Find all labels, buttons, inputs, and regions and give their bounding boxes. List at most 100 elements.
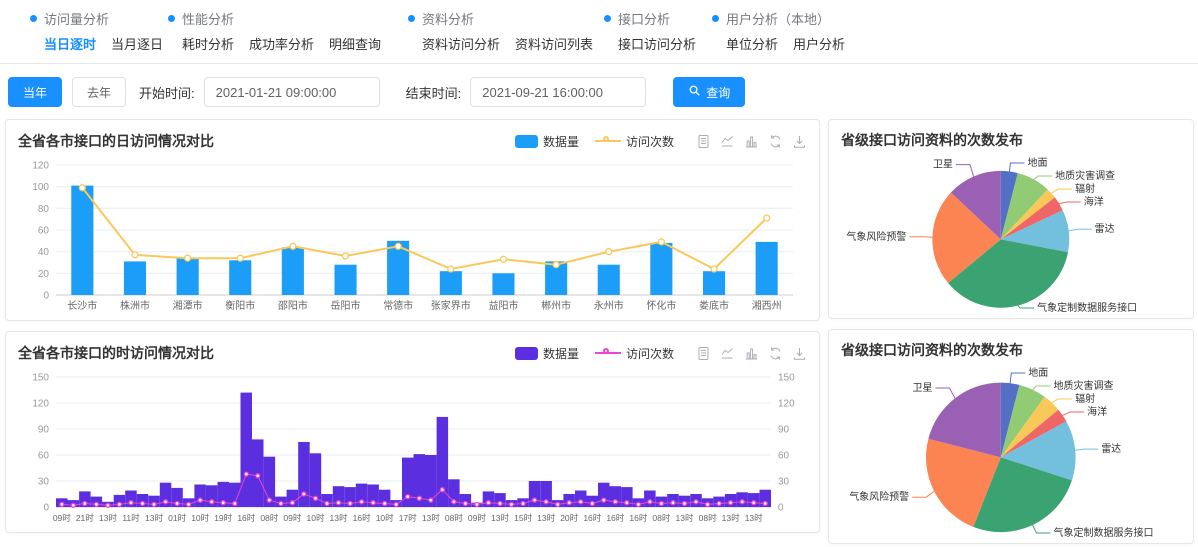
bar-swatch-icon bbox=[515, 347, 538, 360]
svg-text:150: 150 bbox=[32, 373, 49, 384]
svg-text:13时: 13时 bbox=[745, 513, 763, 523]
line-switch-icon[interactable] bbox=[720, 346, 735, 361]
chart-title: 省级接口访问资料的次数发布 bbox=[841, 130, 1181, 150]
download-icon[interactable] bbox=[792, 346, 807, 361]
svg-text:11时: 11时 bbox=[122, 513, 140, 523]
search-button[interactable]: 查询 bbox=[673, 77, 745, 107]
svg-text:常德市: 常德市 bbox=[383, 299, 413, 312]
this-year-button[interactable]: 当年 bbox=[8, 77, 62, 107]
bar-swatch-icon bbox=[515, 135, 538, 148]
chart-toolbox bbox=[696, 346, 807, 361]
download-icon[interactable] bbox=[792, 134, 807, 149]
nav-item-today-hourly[interactable]: 当日逐时 bbox=[44, 34, 96, 53]
start-time-input[interactable] bbox=[204, 77, 380, 107]
svg-text:辐射: 辐射 bbox=[1075, 392, 1095, 405]
svg-text:气象风险预警: 气象风险预警 bbox=[849, 490, 909, 503]
province-pie-chart-2[interactable]: 地面地质灾害调查辐射海洋雷达气象定制数据服务接口卫星气象风险预警 bbox=[841, 363, 1181, 541]
svg-text:10时: 10时 bbox=[191, 513, 209, 523]
svg-text:13时: 13时 bbox=[722, 513, 740, 523]
svg-text:40: 40 bbox=[38, 247, 50, 258]
svg-text:120: 120 bbox=[778, 399, 795, 410]
line-marker-icon bbox=[595, 352, 621, 354]
svg-text:20: 20 bbox=[38, 269, 50, 280]
svg-text:张家界市: 张家界市 bbox=[431, 299, 471, 312]
svg-text:100: 100 bbox=[32, 182, 49, 193]
svg-text:30: 30 bbox=[38, 477, 50, 488]
restore-icon[interactable] bbox=[768, 346, 783, 361]
chart-legend: 数据量 访问次数 bbox=[515, 133, 674, 150]
nav-group-traffic: 访问量分析 当日逐时 当月逐日 bbox=[30, 9, 168, 53]
line-switch-icon[interactable] bbox=[720, 134, 735, 149]
svg-text:气象定制数据服务接口: 气象定制数据服务接口 bbox=[1054, 526, 1154, 539]
bullet-icon bbox=[712, 15, 719, 22]
svg-text:益阳市: 益阳市 bbox=[489, 299, 519, 312]
legend-item-line[interactable]: 访问次数 bbox=[595, 345, 674, 362]
svg-text:株洲市: 株洲市 bbox=[120, 299, 150, 312]
end-time-input[interactable] bbox=[470, 77, 646, 107]
svg-text:13时: 13时 bbox=[99, 513, 117, 523]
svg-text:19时: 19时 bbox=[214, 513, 232, 523]
bar-switch-icon[interactable] bbox=[744, 134, 759, 149]
bullet-icon bbox=[408, 15, 415, 22]
svg-text:08时: 08时 bbox=[445, 513, 463, 523]
nav-item-data-access-list[interactable]: 资料访问列表 bbox=[515, 34, 593, 53]
svg-text:90: 90 bbox=[778, 425, 790, 436]
nav-item-time-cost[interactable]: 耗时分析 bbox=[182, 34, 234, 53]
chart-title: 全省各市接口的时访问情况对比 bbox=[18, 343, 515, 363]
province-pie-chart-1[interactable]: 地面地质灾害调查辐射海洋雷达气象定制数据服务接口卫星气象风险预警 bbox=[841, 153, 1181, 316]
svg-text:辐射: 辐射 bbox=[1075, 182, 1095, 195]
svg-text:90: 90 bbox=[38, 425, 50, 436]
bar-switch-icon[interactable] bbox=[744, 346, 759, 361]
svg-text:邵阳市: 邵阳市 bbox=[278, 299, 308, 312]
nav-group-data: 资料分析 资料访问分析 资料访问列表 bbox=[408, 9, 604, 53]
chart-title: 全省各市接口的日访问情况对比 bbox=[18, 131, 515, 151]
data-view-icon[interactable] bbox=[696, 346, 711, 361]
svg-text:15时: 15时 bbox=[514, 513, 532, 523]
nav-group-title: 资料分析 bbox=[422, 9, 474, 28]
nav-group-title: 接口分析 bbox=[618, 9, 670, 28]
legend-item-bar[interactable]: 数据量 bbox=[515, 133, 579, 150]
restore-icon[interactable] bbox=[768, 134, 783, 149]
legend-item-line[interactable]: 访问次数 bbox=[595, 133, 674, 150]
svg-text:80: 80 bbox=[38, 204, 50, 215]
last-year-button[interactable]: 去年 bbox=[72, 77, 126, 107]
svg-text:08时: 08时 bbox=[260, 513, 278, 523]
nav-group-user: 用户分析（本地） 单位分析 用户分析 bbox=[712, 9, 845, 53]
nav-group-title: 访问量分析 bbox=[44, 9, 109, 28]
svg-text:09时: 09时 bbox=[283, 513, 301, 523]
nav-group-performance: 性能分析 耗时分析 成功率分析 明细查询 bbox=[168, 9, 408, 53]
chart-legend: 数据量 访问次数 bbox=[515, 345, 674, 362]
nav-item-user-analysis[interactable]: 用户分析 bbox=[793, 34, 845, 53]
nav-item-detail-query[interactable]: 明细查询 bbox=[329, 34, 381, 53]
svg-text:怀化市: 怀化市 bbox=[646, 299, 676, 312]
hourly-bar-line-chart[interactable]: 0030306060909012012015015009时21时13时11时13… bbox=[18, 367, 809, 525]
svg-text:16时: 16时 bbox=[237, 513, 255, 523]
svg-text:雷达: 雷达 bbox=[1101, 443, 1121, 455]
filter-bar: 当年 去年 开始时间: 结束时间: 查询 bbox=[0, 64, 1198, 119]
svg-text:气象风险预警: 气象风险预警 bbox=[846, 230, 906, 243]
svg-text:地面: 地面 bbox=[1028, 156, 1048, 169]
svg-text:10时: 10时 bbox=[307, 513, 325, 523]
nav-item-month-daily[interactable]: 当月逐日 bbox=[111, 34, 163, 53]
nav-group-title: 用户分析（本地） bbox=[726, 9, 830, 28]
province-pie-card-1: 省级接口访问资料的次数发布 地面地质灾害调查辐射海洋雷达气象定制数据服务接口卫星… bbox=[828, 119, 1194, 319]
svg-text:120: 120 bbox=[32, 399, 49, 410]
svg-text:13时: 13时 bbox=[145, 513, 163, 523]
nav-item-success-rate[interactable]: 成功率分析 bbox=[249, 34, 314, 53]
hourly-chart-card: 全省各市接口的时访问情况对比 数据量 访问次数 bbox=[5, 331, 820, 533]
svg-text:地质灾害调查: 地质灾害调查 bbox=[1055, 169, 1115, 182]
svg-text:16时: 16时 bbox=[629, 513, 647, 523]
line-marker-icon bbox=[595, 140, 621, 142]
data-view-icon[interactable] bbox=[696, 134, 711, 149]
svg-text:01时: 01时 bbox=[168, 513, 186, 523]
svg-text:湘西州: 湘西州 bbox=[752, 299, 782, 312]
nav-item-unit-analysis[interactable]: 单位分析 bbox=[726, 34, 778, 53]
legend-item-bar[interactable]: 数据量 bbox=[515, 345, 579, 362]
daily-bar-line-chart[interactable]: 020406080100120长沙市株洲市湘潭市衡阳市邵阳市岳阳市常德市张家界市… bbox=[18, 155, 809, 313]
nav-item-api-access-analysis[interactable]: 接口访问分析 bbox=[618, 34, 696, 53]
svg-text:岳阳市: 岳阳市 bbox=[331, 299, 361, 312]
nav-item-data-access-analysis[interactable]: 资料访问分析 bbox=[422, 34, 500, 53]
svg-text:17时: 17时 bbox=[399, 513, 417, 523]
svg-text:地面: 地面 bbox=[1028, 366, 1048, 379]
svg-text:0: 0 bbox=[43, 291, 49, 302]
